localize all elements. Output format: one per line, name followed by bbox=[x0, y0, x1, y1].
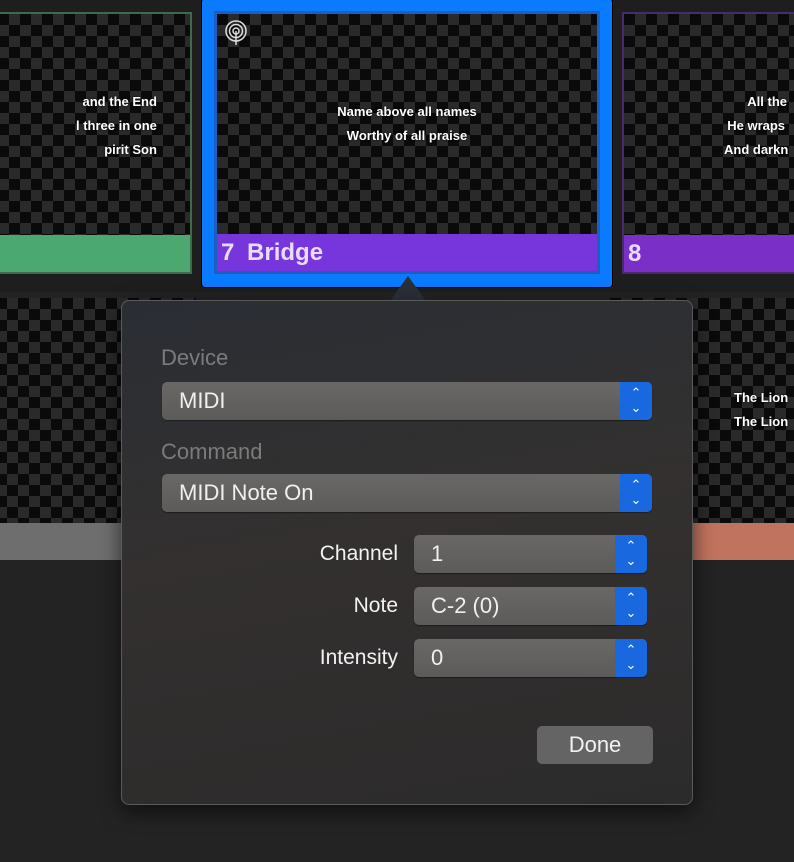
channel-label: Channel bbox=[319, 542, 398, 565]
lyric-line: l three in one bbox=[76, 118, 157, 133]
slide-card[interactable]: All the He wraps And darkn 8 bbox=[622, 12, 794, 274]
selected-slide-frame[interactable]: Name above all names Worthy of all prais… bbox=[201, 0, 613, 288]
command-value: MIDI Note On bbox=[179, 480, 314, 505]
lyric-line: He wraps bbox=[727, 118, 786, 133]
chevron-up-down-icon: ⌃ ⌄ bbox=[615, 535, 647, 573]
slide-group-label: Bridge bbox=[247, 239, 324, 266]
note-select[interactable]: C-2 (0) ⌃ ⌄ bbox=[414, 587, 647, 625]
lyric-line: The Lion bbox=[734, 414, 789, 429]
lyric-line: The Lion bbox=[734, 390, 789, 405]
lyric-line: And darkn bbox=[724, 142, 789, 157]
slide-number: 8 bbox=[628, 240, 642, 267]
lyric-line: pirit Son bbox=[104, 142, 157, 157]
broadcast-icon bbox=[224, 19, 248, 45]
channel-value: 1 bbox=[431, 541, 444, 566]
slide-label-bar: 7 Bridge bbox=[217, 234, 597, 271]
chevron-up-down-icon: ⌃ ⌄ bbox=[620, 474, 652, 512]
lyric-line: Worthy of all praise bbox=[346, 128, 468, 143]
chevron-up-down-icon: ⌃ ⌄ bbox=[615, 639, 647, 677]
device-value: MIDI bbox=[179, 388, 226, 413]
intensity-label: Intensity bbox=[319, 646, 398, 669]
slide-number: 7 bbox=[221, 239, 235, 266]
channel-select[interactable]: 1 ⌃ ⌄ bbox=[414, 535, 647, 573]
slide-card-selected[interactable]: Name above all names Worthy of all prais… bbox=[214, 11, 600, 274]
chevron-up-down-icon: ⌃ ⌄ bbox=[620, 382, 652, 420]
lyric-line: and the End bbox=[82, 94, 157, 109]
note-value: C-2 (0) bbox=[431, 593, 500, 618]
intensity-value: 0 bbox=[431, 645, 444, 670]
chevron-up-down-icon: ⌃ ⌄ bbox=[615, 587, 647, 625]
slide-card[interactable]: and the End l three in one pirit Son bbox=[0, 12, 192, 274]
device-select[interactable]: MIDI ⌃ ⌄ bbox=[162, 382, 652, 420]
intensity-select[interactable]: 0 ⌃ ⌄ bbox=[414, 639, 647, 677]
midi-action-popover: Device MIDI ⌃ ⌄ Command MIDI Note On ⌃ ⌄ C… bbox=[121, 300, 693, 805]
slide-label-bar: 8 bbox=[624, 235, 794, 272]
device-label: Device bbox=[161, 345, 229, 370]
note-label: Note bbox=[353, 594, 398, 617]
lyric-line: Name above all names bbox=[337, 104, 477, 119]
command-select[interactable]: MIDI Note On ⌃ ⌄ bbox=[162, 474, 652, 512]
command-label: Command bbox=[161, 439, 263, 464]
popover-arrow bbox=[390, 276, 426, 301]
slide-label-bar bbox=[0, 235, 190, 272]
done-button[interactable]: Done bbox=[537, 726, 653, 764]
lyric-line: All the bbox=[747, 94, 788, 109]
